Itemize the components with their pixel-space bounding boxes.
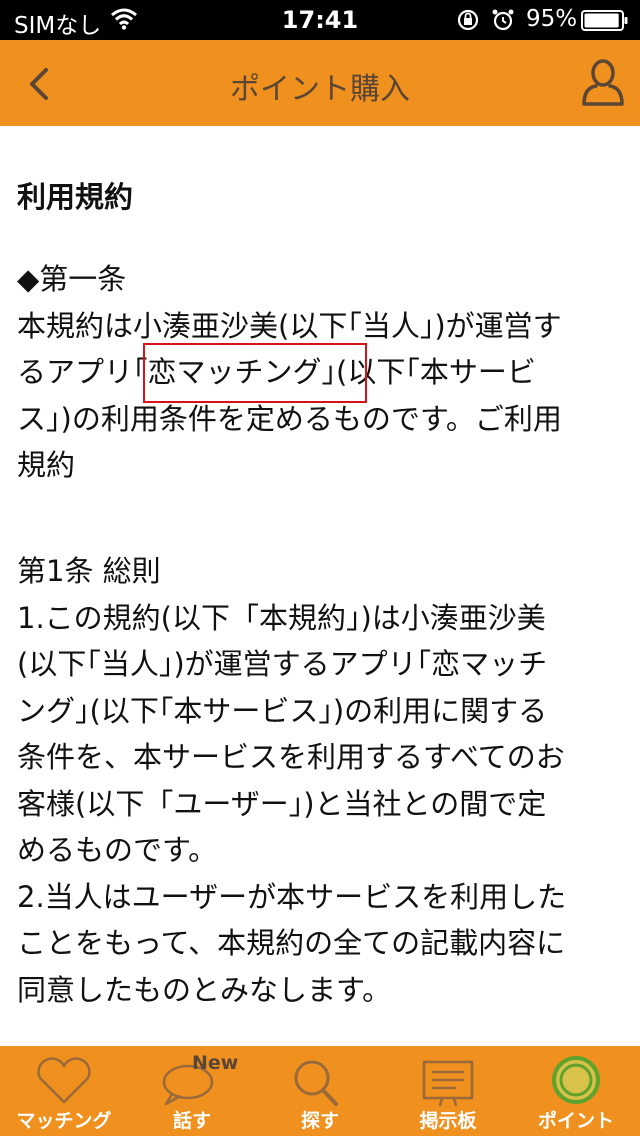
battery-percent: 95% — [526, 6, 578, 32]
text-line: (以下｢当人｣)が運営するアプリ｢恋マッチ — [17, 647, 548, 681]
page-title: ポイント購入 — [230, 72, 410, 107]
text-line: 2.当人はユーザーが本サービスを利用した — [17, 879, 567, 914]
tab-label: ポイント — [537, 1110, 614, 1132]
alarm-icon — [491, 8, 515, 36]
orientation-lock-icon — [456, 9, 480, 35]
status-bar: SIMなし 17:41 95% — [0, 0, 640, 40]
text-line: 客様(以下「ユーザー」)と当社との間で定 — [17, 786, 547, 821]
text-line: 第1条 総則 — [17, 554, 161, 588]
text-line: 1.この規約(以下「本規約」)は小湊亜沙美 — [17, 600, 546, 635]
text-line: ス｣)の利用条件を定めるものです。ご利用 — [17, 401, 562, 436]
text-line: 本規約は小湊亜沙美(以下｢当人｣)が運営す — [17, 308, 562, 343]
text-line: ことをもって、本規約の全ての記載内容に — [17, 926, 566, 960]
tab-board[interactable]: 掲示板 — [384, 1046, 512, 1136]
text-line: ◆第一条 — [17, 262, 127, 296]
text-line: 条件を、本サービスを利用するすべてのお — [17, 740, 565, 774]
tab-search[interactable]: 探す — [256, 1046, 384, 1136]
tab-matching[interactable]: マッチング — [0, 1046, 128, 1136]
new-badge: New — [192, 1052, 239, 1074]
nav-bar: ポイント購入 — [0, 40, 640, 126]
person-icon[interactable] — [580, 58, 626, 108]
tab-label: マッチング — [16, 1110, 112, 1132]
tab-bar: マッチング New 話す 探す 掲示板 ポイント — [0, 1046, 640, 1136]
terms-heading: 利用規約 — [17, 180, 134, 214]
tab-label: 掲示板 — [419, 1110, 477, 1132]
text-line: 規約 — [17, 448, 76, 482]
magnifier-icon — [256, 1052, 384, 1108]
bulletin-board-icon — [384, 1052, 512, 1108]
article-1-paragraph: 第1条 総則 1.この規約(以下「本規約」)は小湊亜沙美 (以下｢当人｣)が運営… — [17, 548, 623, 1013]
text-line: ング｣(以下｢本サービス｣)の利用に関する — [17, 693, 548, 728]
tab-points[interactable]: ポイント — [512, 1046, 640, 1136]
heart-icon — [0, 1052, 128, 1108]
battery-icon — [581, 10, 629, 31]
screen: SIMなし 17:41 95% ポイント購入 利用規約 ◆第一条 本規約は小湊亜… — [0, 0, 640, 1136]
tab-label: 話す — [172, 1110, 211, 1132]
text-line: めるものです。 — [17, 833, 218, 867]
coin-icon — [512, 1052, 640, 1108]
tab-talk[interactable]: New 話す — [128, 1046, 256, 1136]
intro-paragraph: ◆第一条 本規約は小湊亜沙美(以下｢当人｣)が運営す るアプリ｢恋マッチング｣(… — [17, 256, 623, 489]
terms-content[interactable]: 利用規約 ◆第一条 本規約は小湊亜沙美(以下｢当人｣)が運営す るアプリ｢恋マッ… — [0, 126, 640, 1046]
text-line: るアプリ｢恋マッチング｣(以下｢本サービ — [17, 355, 536, 389]
tab-label: 探す — [300, 1110, 339, 1132]
text-line: 同意したものとみなします。 — [17, 972, 392, 1007]
